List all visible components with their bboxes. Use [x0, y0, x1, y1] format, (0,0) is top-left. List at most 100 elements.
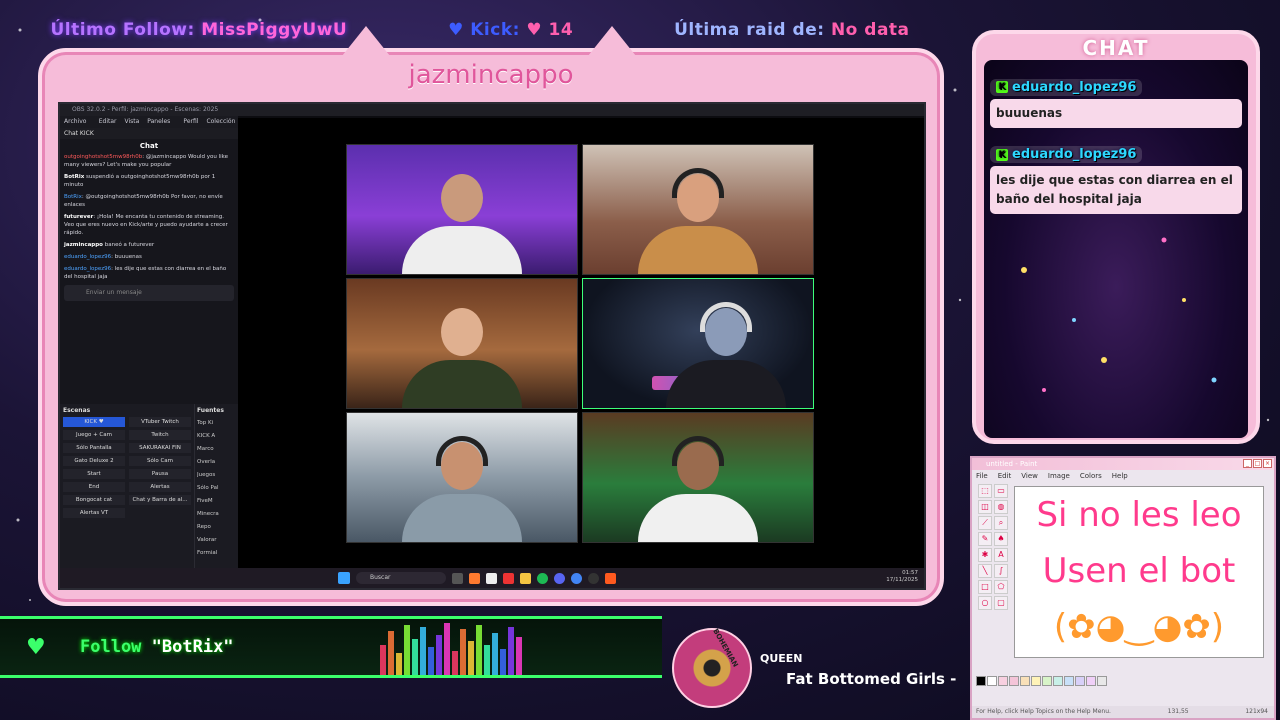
menu-image[interactable]: Image: [1048, 470, 1070, 482]
color-swatch[interactable]: [976, 676, 986, 686]
source-item[interactable]: Overla: [197, 456, 236, 469]
scene-item[interactable]: Sólo Pantalla: [63, 443, 125, 453]
menu-editar[interactable]: Editar: [99, 116, 117, 128]
menu-coleccion[interactable]: Colección de: [206, 116, 238, 137]
app-icon[interactable]: [605, 572, 616, 584]
color-swatch[interactable]: [1075, 676, 1085, 686]
windows-taskbar: Buscar 01:57 17/11/2025: [60, 568, 924, 588]
last-follow-label: Último Follow:: [50, 20, 195, 40]
color-swatch[interactable]: [998, 676, 1008, 686]
source-item[interactable]: Sólo Pal: [197, 482, 236, 495]
scene-item[interactable]: Start: [63, 469, 125, 479]
scene-item[interactable]: Sólo Cam: [129, 456, 191, 466]
polygon-icon[interactable]: ⬠: [994, 580, 1008, 594]
color-swatch[interactable]: [1020, 676, 1030, 686]
color-swatch[interactable]: [1042, 676, 1052, 686]
select-tool-icon[interactable]: ⬚: [978, 484, 992, 498]
scene-item[interactable]: Pausa: [129, 469, 191, 479]
color-swatch[interactable]: [1097, 676, 1107, 686]
chat-text: baneó a futurever: [102, 242, 155, 248]
chat-username[interactable]: eduardo_lopez96: [64, 254, 111, 260]
source-item[interactable]: Marco: [197, 443, 236, 456]
curve-icon[interactable]: ∫: [994, 564, 1008, 578]
chat-username[interactable]: outgoinghotshot5mw98rh0b: [64, 154, 142, 160]
menu-help[interactable]: Help: [1112, 470, 1128, 482]
chrome-icon[interactable]: [571, 572, 582, 584]
store-icon[interactable]: [486, 572, 497, 584]
chat-username[interactable]: eduardo_lopez96: [64, 266, 111, 272]
text-tool-icon[interactable]: A: [994, 548, 1008, 562]
scene-item[interactable]: End: [63, 482, 125, 492]
media-icon[interactable]: [503, 572, 514, 584]
chat-username[interactable]: BotRix: [64, 174, 84, 180]
taskbar-search[interactable]: Buscar: [356, 572, 446, 584]
maximize-button[interactable]: □: [1253, 459, 1262, 468]
rect-select-icon[interactable]: ▭: [994, 484, 1008, 498]
color-swatch[interactable]: [1031, 676, 1041, 686]
folder-icon[interactable]: [520, 572, 531, 584]
airbrush-icon[interactable]: ✱: [978, 548, 992, 562]
task-view-icon[interactable]: [452, 572, 463, 584]
source-item[interactable]: Formial: [197, 547, 236, 560]
rounded-rect-icon[interactable]: ▢: [994, 596, 1008, 610]
scene-item[interactable]: Twitch: [129, 430, 191, 440]
ellipse-icon[interactable]: ○: [978, 596, 992, 610]
rectangle-icon[interactable]: □: [978, 580, 992, 594]
menu-edit[interactable]: Edit: [998, 470, 1012, 482]
chat-message-input[interactable]: Enviar un mensaje: [64, 285, 234, 301]
paint-canvas[interactable]: Si no les leo Usen el bot (✿◕‿◕✿): [1014, 486, 1264, 658]
kick-count-label: ♥ Kick:: [448, 20, 520, 40]
source-item[interactable]: Repo: [197, 521, 236, 534]
color-swatch[interactable]: [1086, 676, 1096, 686]
source-item[interactable]: Juegos: [197, 469, 236, 482]
menu-colors[interactable]: Colors: [1080, 470, 1102, 482]
spotify-icon[interactable]: [537, 572, 548, 584]
source-item[interactable]: Valorar: [197, 534, 236, 547]
obs-icon[interactable]: [588, 572, 599, 584]
magnifier-icon[interactable]: ⌕: [994, 516, 1008, 530]
browser-icon[interactable]: [469, 572, 480, 584]
chat-username[interactable]: BotRix: [64, 194, 82, 200]
color-swatch[interactable]: [1053, 676, 1063, 686]
fill-icon[interactable]: ◍: [994, 500, 1008, 514]
scene-item[interactable]: SAKURAKAI FIN: [129, 443, 191, 453]
participant-head: [441, 308, 483, 356]
scene-item[interactable]: VTuber Twitch: [129, 417, 191, 427]
participant-body: [638, 494, 758, 542]
eraser-icon[interactable]: ◫: [978, 500, 992, 514]
menu-archivo[interactable]: Archivo (F): [64, 116, 91, 137]
scene-item[interactable]: Juego + Cam: [63, 430, 125, 440]
paint-toolbox: ⬚ ▭ ◫ ◍ ⟋ ⌕ ✎ ♠ ✱ A ╲ ∫ □ ⬠ ○ ▢: [978, 484, 1010, 610]
menu-view[interactable]: View: [1021, 470, 1038, 482]
source-item[interactable]: FiveM: [197, 495, 236, 508]
source-item[interactable]: Minecra: [197, 508, 236, 521]
menu-file[interactable]: File: [976, 470, 988, 482]
scene-item[interactable]: Bongocat cat: [63, 495, 125, 505]
brush-icon[interactable]: ♠: [994, 532, 1008, 546]
picker-icon[interactable]: ⟋: [978, 516, 992, 530]
chat-username[interactable]: futurever: [64, 214, 93, 220]
line-icon[interactable]: ╲: [978, 564, 992, 578]
pencil-icon[interactable]: ✎: [978, 532, 992, 546]
chat-message-user[interactable]: K eduardo_lopez96: [990, 78, 1143, 96]
headset-icon: [436, 436, 488, 466]
color-swatch[interactable]: [987, 676, 997, 686]
close-button[interactable]: ×: [1263, 459, 1272, 468]
color-swatch[interactable]: [1009, 676, 1019, 686]
chat-message-user[interactable]: K eduardo_lopez96: [990, 146, 1143, 163]
scene-item[interactable]: KICK ♥: [63, 417, 125, 427]
menu-perfil[interactable]: Perfil: [183, 116, 198, 128]
windows-start-icon[interactable]: [338, 572, 350, 584]
scene-item[interactable]: Alertas VT: [63, 508, 125, 518]
scene-item[interactable]: Chat y Barra de al...: [129, 495, 191, 505]
scene-item[interactable]: Alertas: [129, 482, 191, 492]
source-item[interactable]: KICK A: [197, 430, 236, 443]
minimize-button[interactable]: _: [1243, 459, 1252, 468]
chat-username[interactable]: jazmincappo: [64, 242, 103, 248]
scene-item[interactable]: Gato Deluxe 2: [63, 456, 125, 466]
menu-paneles[interactable]: Paneles (D): [147, 116, 175, 137]
menu-vista[interactable]: Vista: [124, 116, 139, 128]
color-swatch[interactable]: [1064, 676, 1074, 686]
discord-icon[interactable]: [554, 572, 565, 584]
source-item[interactable]: Top Ki: [197, 417, 236, 430]
